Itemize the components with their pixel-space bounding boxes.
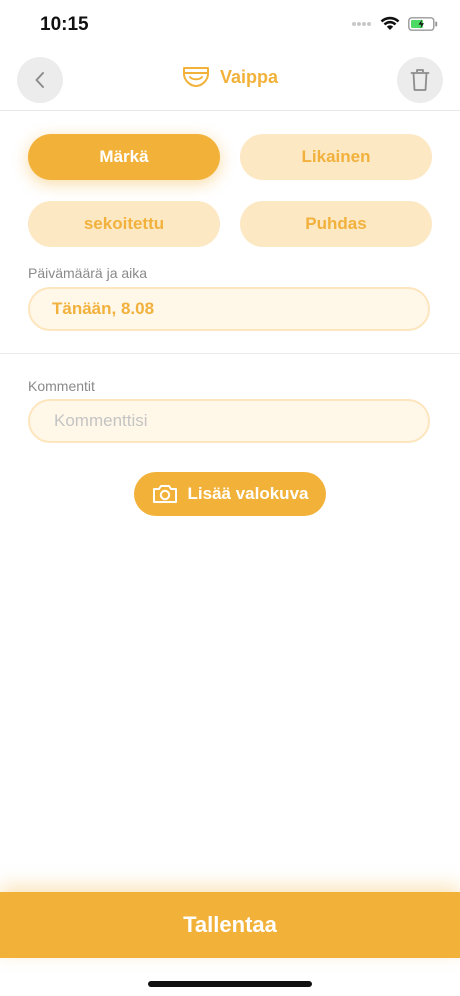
diaper-icon	[182, 67, 209, 87]
wifi-icon	[380, 16, 400, 30]
page-title: Vaippa	[219, 66, 279, 87]
status-icons	[352, 16, 438, 31]
nav-divider	[0, 110, 460, 111]
comments-input[interactable]	[52, 410, 428, 432]
type-button-label: Puhdas	[305, 214, 367, 233]
signal-icon	[352, 21, 371, 26]
datetime-label: Päivämäärä ja aika	[28, 265, 148, 281]
section-divider	[0, 353, 460, 354]
type-button-label: Likainen	[301, 147, 371, 166]
type-button-sekoitettu[interactable]: sekoitettu	[28, 201, 220, 247]
save-button-label: Tallentaa	[183, 912, 277, 937]
save-button[interactable]: Tallentaa	[0, 892, 460, 958]
type-button-likainen[interactable]: Likainen	[240, 134, 432, 180]
type-button-marka[interactable]: Märkä	[28, 134, 220, 180]
comments-label: Kommentit	[28, 378, 95, 394]
add-photo-label: Lisää valokuva	[187, 484, 309, 503]
datetime-field[interactable]: Tänään, 8.08	[28, 287, 430, 331]
delete-button[interactable]	[397, 57, 443, 103]
comments-field	[28, 399, 430, 443]
type-button-label: sekoitettu	[83, 214, 165, 233]
datetime-value: Tänään, 8.08	[52, 299, 155, 318]
status-time: 10:15	[40, 14, 89, 35]
camera-icon	[152, 485, 177, 503]
add-photo-button[interactable]: Lisää valokuva	[134, 472, 326, 516]
type-button-label: Märkä	[99, 147, 149, 166]
trash-icon	[410, 69, 430, 91]
type-button-puhdas[interactable]: Puhdas	[240, 201, 432, 247]
home-indicator	[148, 981, 312, 987]
battery-icon	[408, 16, 438, 31]
nav-title: Vaippa	[0, 66, 460, 88]
